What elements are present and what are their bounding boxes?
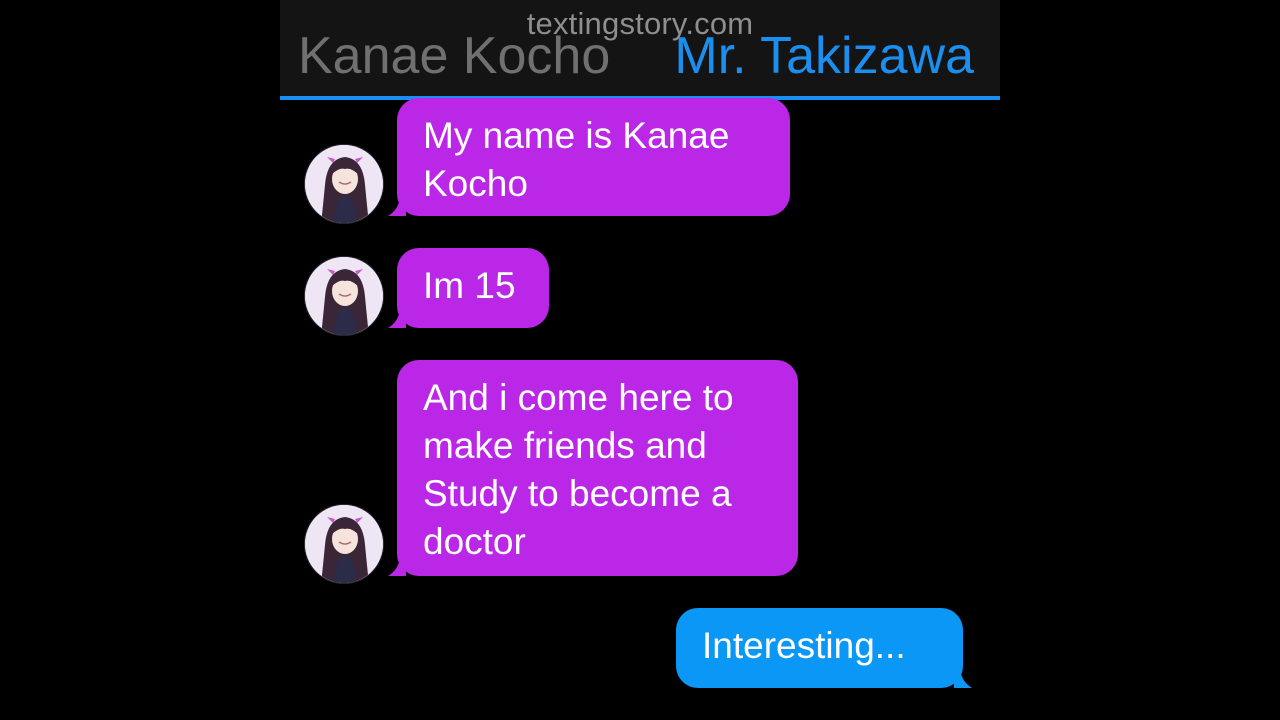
chat-screen: Kanae Kocho Mr. Takizawa textingstory.co… [280, 0, 1000, 720]
incoming-message-bubble[interactable]: Im 15 [397, 248, 549, 328]
video-frame: Kanae Kocho Mr. Takizawa textingstory.co… [0, 0, 1280, 720]
kanae-avatar[interactable] [304, 256, 384, 336]
chat-header: Kanae Kocho Mr. Takizawa textingstory.co… [280, 0, 1000, 97]
outgoing-message-bubble[interactable]: Interesting... [676, 608, 963, 688]
watermark: textingstory.com [526, 6, 754, 41]
kanae-avatar[interactable] [304, 504, 384, 584]
kanae-avatar[interactable] [304, 144, 384, 224]
incoming-message-bubble[interactable]: My name is Kanae Kocho [397, 98, 790, 216]
incoming-message-bubble[interactable]: And i come here to make friends and Stud… [397, 360, 798, 576]
